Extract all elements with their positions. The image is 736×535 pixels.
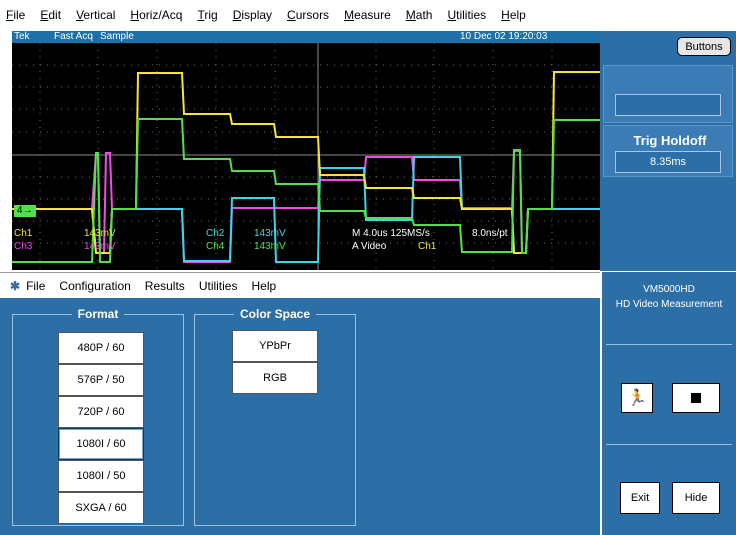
format-sxga60[interactable]: SXGA / 60 [58, 492, 144, 524]
menu-utilities[interactable]: Utilities [447, 8, 486, 22]
app-icon: ✱ [10, 279, 21, 293]
sample-label: Sample [100, 31, 134, 42]
format-1080i60[interactable]: 1080I / 60 [58, 428, 144, 460]
menu-vertical[interactable]: Vertical [76, 8, 115, 22]
timebase-label: M 4.0us 125MS/s [352, 228, 430, 239]
format-576p50[interactable]: 576P / 50 [58, 364, 144, 396]
menu-cursors[interactable]: Cursors [287, 8, 329, 22]
vm-divider-1 [606, 344, 732, 345]
buttons-button[interactable]: Buttons [677, 37, 731, 56]
color-space-title: Color Space [233, 307, 317, 321]
ch1-scale: 143mV [84, 228, 116, 239]
ch3-scale: 143mV [84, 241, 116, 252]
color-space-ypbpr[interactable]: YPbPr [232, 330, 318, 362]
app-menu-help[interactable]: Help [251, 279, 276, 293]
acq-mode-label: Fast Acq [54, 31, 93, 42]
ch4-scale: 143mV [254, 241, 286, 252]
format-title: Format [71, 307, 125, 321]
configuration-panel: Format 480P / 60 576P / 50 720P / 60 108… [0, 298, 600, 535]
format-720p60[interactable]: 720P / 60 [58, 396, 144, 428]
ch1-label: Ch1 [14, 228, 33, 239]
color-space-rgb[interactable]: RGB [232, 362, 318, 394]
format-480p60[interactable]: 480P / 60 [58, 332, 144, 364]
ch3-label: Ch3 [14, 241, 33, 252]
vm-subtitle: HD Video Measurement [615, 299, 723, 310]
exit-button[interactable]: Exit [620, 482, 660, 514]
trig-holdoff-title: Trig Holdoff [633, 133, 707, 148]
menu-trig[interactable]: Trig [197, 8, 217, 22]
ch2-label: Ch2 [206, 228, 225, 239]
hide-button[interactable]: Hide [672, 482, 720, 514]
waveform-display[interactable]: Ch1 143mV Ch3 143mV Ch2 143mV Ch4 143mV … [12, 43, 600, 270]
run-button[interactable]: 🏃 [621, 383, 653, 413]
stop-icon [691, 393, 701, 403]
menu-edit[interactable]: Edit [40, 8, 61, 22]
stop-button[interactable] [672, 383, 720, 413]
resolution-label: 8.0ns/pt [472, 228, 508, 239]
ch2-scale: 143mV [254, 228, 286, 239]
side-input-field[interactable] [615, 94, 721, 116]
trigger-label: A Video [352, 241, 387, 252]
menu-measure[interactable]: Measure [344, 8, 391, 22]
ch4-label: Ch4 [206, 241, 225, 252]
waveform-graticule: Ch1 143mV Ch3 143mV Ch2 143mV Ch4 143mV … [12, 43, 600, 270]
running-man-icon: 🏃 [627, 390, 647, 407]
menu-horiz-acq[interactable]: Horiz/Acq [130, 8, 182, 22]
app-menu-file[interactable]: File [26, 279, 45, 293]
menu-display[interactable]: Display [233, 8, 272, 22]
format-1080i50[interactable]: 1080I / 50 [58, 460, 144, 492]
menu-math[interactable]: Math [406, 8, 433, 22]
app-menu-results[interactable]: Results [145, 279, 185, 293]
app-menu-utilities[interactable]: Utilities [199, 279, 238, 293]
menu-help[interactable]: Help [501, 8, 526, 22]
ch4-marker-label: 4 [17, 205, 23, 216]
main-menubar: File Edit Vertical Horiz/Acq Trig Displa… [0, 0, 736, 30]
datetime-label: 10 Dec 02 19:20:03 [460, 31, 548, 42]
app-menubar: ✱ File Configuration Results Utilities H… [0, 272, 600, 299]
vm-divider-2 [606, 444, 732, 445]
brand-label: Tek [14, 31, 30, 42]
trig-holdoff-value[interactable]: 8.35ms [615, 151, 721, 173]
scope-status-bar: Tek Fast Acq Sample 10 Dec 02 19:20:03 [12, 31, 600, 43]
app-menu-configuration[interactable]: Configuration [59, 279, 130, 293]
vm-title: VM5000HD [643, 284, 695, 295]
ch4-ground-marker[interactable]: 4→ [14, 205, 36, 217]
menu-file[interactable]: File [6, 8, 25, 22]
trigger-source: Ch1 [418, 241, 437, 252]
